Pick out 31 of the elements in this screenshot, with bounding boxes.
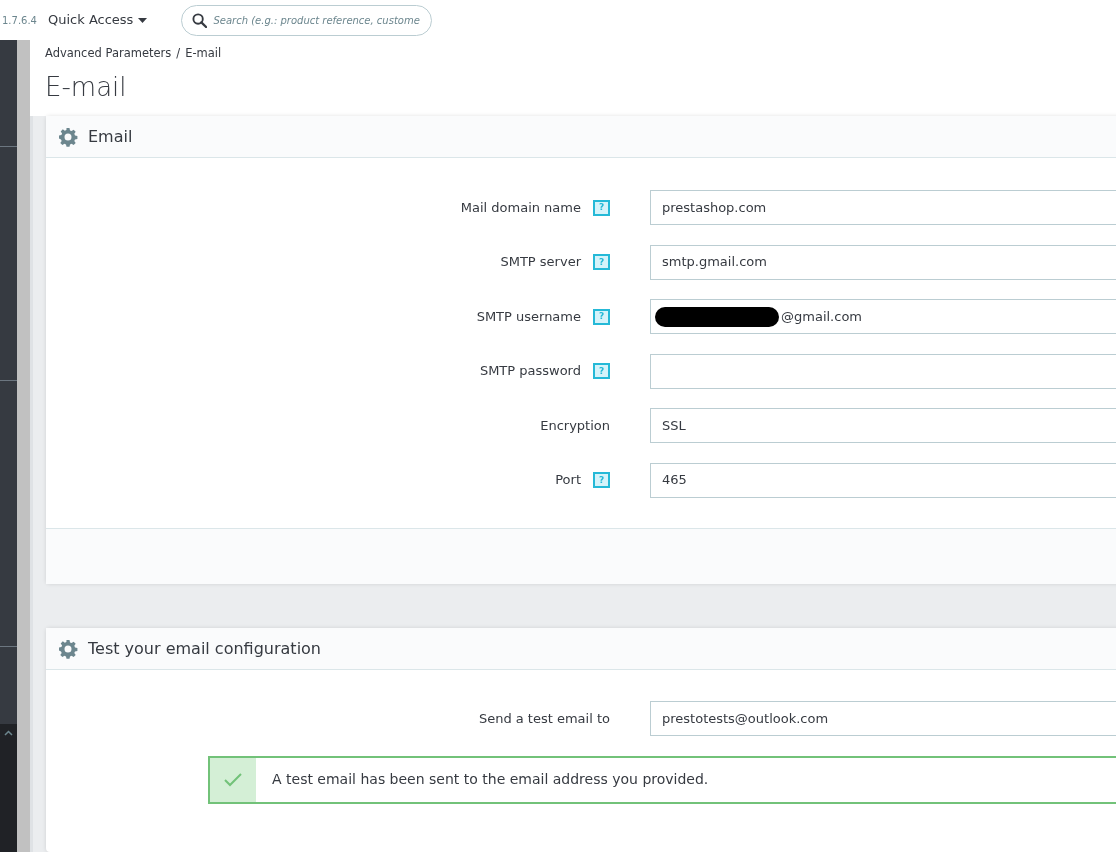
search-icon	[192, 12, 208, 28]
chevron-up-icon[interactable]	[4, 730, 13, 736]
input-field[interactable]: prestashop.com	[650, 190, 1116, 225]
quick-access-dropdown[interactable]: Quick Access	[48, 10, 148, 30]
panel-title: Email	[88, 125, 133, 148]
scrollbar[interactable]	[17, 40, 30, 852]
caret-icon	[138, 17, 148, 23]
breadcrumb-link[interactable]: Advanced Parameters	[45, 45, 172, 63]
breadcrumb-current: E-mail	[185, 45, 222, 62]
input-field[interactable]: smtp.gmail.com	[650, 244, 1116, 280]
input-field[interactable]: 465	[650, 462, 1116, 498]
input-field[interactable]: SSL	[650, 408, 1116, 443]
input-field[interactable]	[650, 353, 1116, 389]
gear-icon	[58, 638, 78, 659]
breadcrumb-separator: /	[176, 45, 181, 62]
field-label: SMTP server	[500, 253, 581, 272]
field-label: SMTP username	[476, 307, 581, 326]
field-label: Encryption	[540, 416, 610, 435]
version-label: 1.7.6.4	[2, 13, 38, 28]
input-field[interactable]: prestotests@outlook.com	[650, 701, 1116, 736]
search-field[interactable]: Search (e.g.: product reference, custome	[181, 4, 433, 36]
field-label: Port	[555, 471, 581, 490]
input-field[interactable]: @gmail.com	[650, 299, 1116, 334]
page-title: E-mail	[45, 71, 128, 105]
field-label: Send a test email to	[478, 709, 610, 728]
field-label: SMTP password	[479, 362, 581, 381]
gear-icon	[58, 126, 78, 147]
alert-message: A test email has been sent to the email address you provided.	[272, 770, 709, 790]
check-icon	[224, 772, 242, 787]
panel-title: Test your email configuration	[88, 637, 321, 660]
field-label: Mail domain name	[460, 198, 581, 217]
